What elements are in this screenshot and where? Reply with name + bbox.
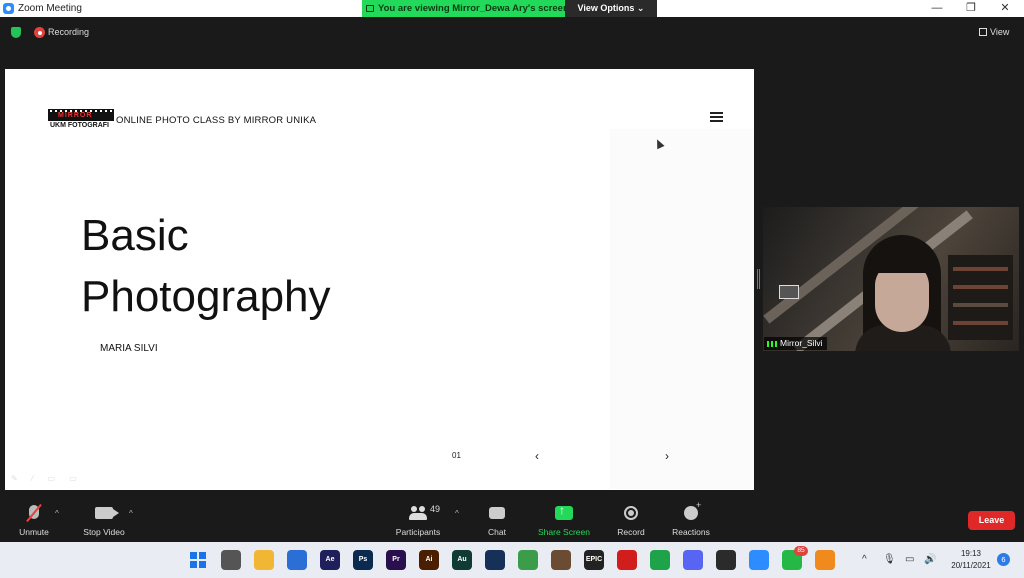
slide-tools-icons: ✎ ⁄ ▭ ▭ <box>11 474 83 483</box>
participant-name: Mirror_Silvi <box>780 338 823 348</box>
minimize-button[interactable]: — <box>920 0 954 17</box>
view-button[interactable]: View <box>977 25 1017 40</box>
illustrator-icon[interactable]: Ai <box>419 550 439 570</box>
unmute-label: Unmute <box>19 527 49 537</box>
participants-label: Participants <box>395 527 441 537</box>
tray-overflow-icon[interactable]: ^ <box>862 554 867 565</box>
reactions-label: Reactions <box>672 527 710 537</box>
share-screen-label: Share Screen <box>538 527 590 537</box>
record-icon <box>624 506 638 520</box>
tray-microphone-icon[interactable]: 🎙 <box>883 554 896 565</box>
logo-text: MIRROR <box>58 112 93 119</box>
razer-app-icon[interactable] <box>650 550 670 570</box>
ccleaner-app-icon[interactable] <box>815 550 835 570</box>
view-options-button[interactable]: View Options ⌄ <box>565 0 657 17</box>
record-dot-icon <box>34 27 45 38</box>
participant-count: 49 <box>430 504 441 514</box>
view-label: View <box>990 27 1010 37</box>
zoom-meeting-window: Zoom Meeting You are viewing Mirror_Dewa… <box>0 0 1024 578</box>
clock-date: 20/11/2021 <box>951 561 991 570</box>
discord-icon[interactable] <box>683 550 703 570</box>
window-title: Zoom Meeting <box>18 3 82 14</box>
screen-share-icon <box>366 5 374 12</box>
record-label: Record <box>617 527 645 537</box>
file-explorer-icon[interactable] <box>254 550 274 570</box>
audition-icon[interactable]: Au <box>452 550 472 570</box>
stop-video-label: Stop Video <box>83 527 125 537</box>
muted-microphone-icon <box>29 505 39 519</box>
windows-start-icon[interactable] <box>188 550 208 570</box>
tray-monitor-icon[interactable]: ▭ <box>905 554 914 565</box>
clock-time: 19:13 <box>960 549 982 558</box>
participant-name-tag: Mirror_Silvi <box>764 337 827 350</box>
next-slide-icon[interactable]: › <box>665 449 669 463</box>
slide-header-text: ONLINE PHOTO CLASS BY MIRROR UNIKA <box>116 115 317 126</box>
recording-label: Recording <box>48 27 90 37</box>
obs-icon[interactable] <box>716 550 736 570</box>
participants-icon <box>409 506 427 520</box>
slide-title-line-1: Basic <box>81 211 189 260</box>
share-banner-text: You are viewing Mirror_Dewa Ary's screen <box>378 3 569 14</box>
chat-button[interactable]: Chat <box>480 503 514 539</box>
epic-games-icon[interactable]: EPIC <box>584 550 604 570</box>
slide-title-line-2: Photography <box>81 272 331 321</box>
prev-slide-icon[interactable]: ‹ <box>535 449 539 463</box>
panel-splitter-handle[interactable] <box>757 269 760 289</box>
title-bar: Zoom Meeting You are viewing Mirror_Dewa… <box>0 0 1024 17</box>
stop-video-button[interactable]: Stop Video <box>78 503 130 539</box>
restore-button[interactable]: ❐ <box>954 0 988 17</box>
slide-side-panel <box>610 129 754 489</box>
meeting-toolbar: Unmute ^ Stop Video ^ Participants 49 ^ … <box>0 497 1024 542</box>
steam-icon[interactable] <box>485 550 505 570</box>
participant-video-tile[interactable]: Mirror_Silvi <box>763 207 1019 351</box>
whatsapp-unread-badge: 85 <box>794 546 808 556</box>
signal-strength-icon <box>767 341 777 347</box>
tray-volume-icon[interactable]: 🔊 <box>924 554 936 565</box>
share-banner: You are viewing Mirror_Dewa Ary's screen <box>362 0 577 17</box>
windows-taskbar: ^ 🎙 ▭ 🔊 19:13 20/11/2021 6 Ae Ps Pr Ai Au EPI… <box>0 542 1024 578</box>
notification-badge[interactable]: 6 <box>997 553 1010 566</box>
audio-options-caret[interactable]: ^ <box>55 509 59 518</box>
logo-subtitle: UKM FOTOGRAFI <box>50 122 109 129</box>
leave-button[interactable]: Leave <box>968 511 1015 530</box>
zoom-icon[interactable] <box>749 550 769 570</box>
slide-page-number: 01 <box>452 451 461 460</box>
recording-indicator[interactable]: Recording <box>33 25 89 40</box>
grid-icon <box>979 28 987 36</box>
reactions-smiley-icon <box>684 500 701 520</box>
encryption-shield-icon[interactable] <box>11 27 21 38</box>
chat-bubble-icon <box>489 507 505 519</box>
zoom-app-icon <box>3 3 14 14</box>
close-button[interactable]: ✕ <box>988 0 1022 17</box>
mirror-logo: MIRROR UKM FOTOGRAFI <box>48 109 114 133</box>
shared-screen[interactable]: MIRROR UKM FOTOGRAFI ONLINE PHOTO CLASS … <box>5 69 754 490</box>
flash-app-icon[interactable] <box>617 550 637 570</box>
menu-icon[interactable] <box>710 112 723 122</box>
task-view-icon[interactable] <box>221 550 241 570</box>
after-effects-icon[interactable]: Ae <box>320 550 340 570</box>
film-strip-icon: MIRROR <box>48 109 114 121</box>
video-wall-picture <box>779 285 799 299</box>
video-shelf <box>948 255 1013 340</box>
taskbar-clock[interactable]: 19:13 20/11/2021 <box>945 548 997 572</box>
video-options-caret[interactable]: ^ <box>129 509 133 518</box>
photoshop-icon[interactable]: Ps <box>353 550 373 570</box>
participants-options-caret[interactable]: ^ <box>455 509 459 518</box>
participant-bangs <box>869 247 935 273</box>
video-camera-icon <box>95 507 119 519</box>
premiere-icon[interactable]: Pr <box>386 550 406 570</box>
microsoft-store-icon[interactable] <box>287 550 307 570</box>
reactions-button[interactable]: Reactions <box>668 500 714 539</box>
share-screen-icon <box>555 503 573 520</box>
chrome-icon[interactable] <box>518 550 538 570</box>
record-button[interactable]: Record <box>612 503 650 539</box>
chat-label: Chat <box>488 527 506 537</box>
game-app-icon[interactable] <box>551 550 571 570</box>
unmute-button[interactable]: Unmute <box>12 503 56 539</box>
share-screen-button[interactable]: Share Screen <box>534 503 594 539</box>
slide-author: MARIA SILVI <box>100 343 158 354</box>
